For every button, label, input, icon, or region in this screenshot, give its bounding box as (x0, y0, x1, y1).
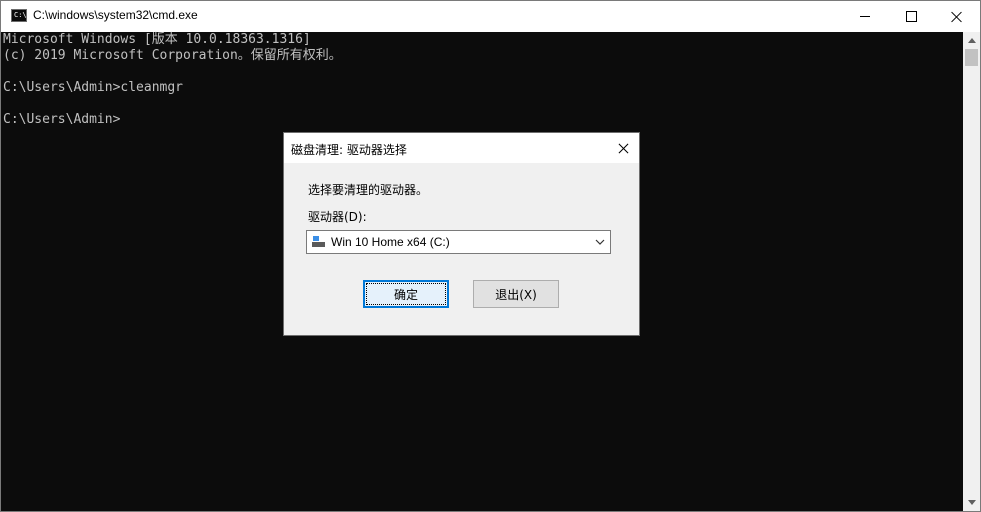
scroll-down-button[interactable] (963, 494, 980, 511)
drive-label: 驱动器(D): (308, 210, 367, 224)
minimize-icon (860, 16, 870, 17)
ok-button[interactable]: 确定 (363, 280, 449, 308)
close-button[interactable] (934, 1, 980, 32)
scroll-down-icon (967, 500, 976, 505)
disk-cleanup-dialog: 磁盘清理: 驱动器选择 选择要清理的驱动器。 驱动器(D): Win 10 Ho… (283, 132, 640, 336)
close-icon (618, 143, 629, 154)
vertical-scrollbar[interactable] (963, 32, 980, 511)
dialog-titlebar[interactable]: 磁盘清理: 驱动器选择 (284, 133, 639, 163)
window-titlebar[interactable]: C:\ C:\windows\system32\cmd.exe (1, 1, 980, 32)
app-icon-text: C:\ (14, 11, 27, 19)
chevron-down-icon[interactable] (595, 238, 605, 246)
console-line: C:\Users\Admin> (3, 112, 121, 127)
dialog-close-button[interactable] (608, 133, 638, 163)
window-title: C:\windows\system32\cmd.exe (33, 8, 198, 22)
exit-button-label: 退出(X) (495, 287, 537, 302)
minimize-button[interactable] (842, 1, 888, 32)
maximize-icon (905, 11, 917, 22)
console-line: (c) 2019 Microsoft Corporation。保留所有权利。 (3, 48, 342, 63)
focus-rect (366, 283, 446, 305)
drive-icon (311, 236, 327, 248)
close-icon (951, 11, 963, 23)
console-line: Microsoft Windows [版本 10.0.18363.1316] (3, 32, 311, 47)
cmd-app-icon[interactable]: C:\ (11, 9, 27, 22)
dialog-prompt: 选择要清理的驱动器。 (308, 183, 429, 197)
scroll-up-icon (967, 38, 976, 43)
exit-button[interactable]: 退出(X) (473, 280, 559, 308)
console-line: C:\Users\Admin>cleanmgr (3, 80, 184, 95)
scroll-up-button[interactable] (963, 32, 980, 49)
drive-select[interactable]: Win 10 Home x64 (C:) (306, 230, 611, 254)
scrollbar-thumb[interactable] (965, 49, 978, 66)
drive-selected-value: Win 10 Home x64 (C:) (331, 235, 450, 249)
maximize-button[interactable] (888, 1, 934, 32)
dialog-title: 磁盘清理: 驱动器选择 (291, 143, 407, 157)
